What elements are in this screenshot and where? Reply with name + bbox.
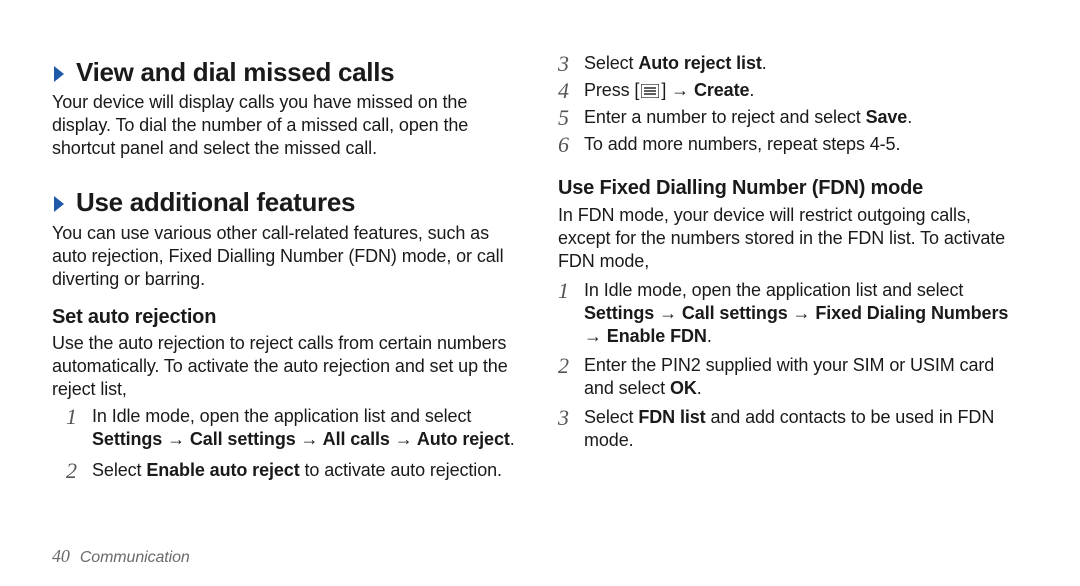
step-number: 3 — [558, 52, 584, 75]
step-body: Press [] → Create. — [584, 79, 1028, 102]
page-number: 40 — [52, 545, 70, 568]
step-4: 4 Press [] → Create. — [558, 79, 1028, 102]
step-body: Select Auto reject list. — [584, 52, 1028, 75]
step-body: In Idle mode, open the application list … — [92, 405, 522, 451]
step-number: 1 — [66, 405, 92, 451]
step-number: 4 — [558, 79, 584, 102]
paragraph-fdn: In FDN mode, your device will restrict o… — [558, 204, 1028, 273]
paragraph-additional-features: You can use various other call-related f… — [52, 222, 522, 291]
step-body: Enter the PIN2 supplied with your SIM or… — [584, 354, 1028, 400]
subheading-fdn: Use Fixed Dialling Number (FDN) mode — [558, 176, 1028, 202]
step-6: 6 To add more numbers, repeat steps 4-5. — [558, 133, 1028, 156]
step-number: 5 — [558, 106, 584, 129]
paragraph-auto-rejection: Use the auto rejection to reject calls f… — [52, 332, 522, 401]
step-number: 1 — [558, 279, 584, 348]
fdn-step-3: 3 Select FDN list and add contacts to be… — [558, 406, 1028, 452]
page-footer: 40 Communication — [52, 545, 190, 568]
step-1: 1 In Idle mode, open the application lis… — [66, 405, 522, 451]
fdn-step-2: 2 Enter the PIN2 supplied with your SIM … — [558, 354, 1028, 400]
menu-icon — [641, 84, 659, 98]
step-2: 2 Select Enable auto reject to activate … — [66, 459, 522, 482]
auto-reject-steps: 1 In Idle mode, open the application lis… — [52, 405, 522, 482]
subheading-auto-rejection: Set auto rejection — [52, 305, 522, 331]
chevron-right-icon — [52, 64, 68, 84]
section-label: Communication — [80, 548, 190, 568]
heading-text: Use additional features — [76, 186, 355, 219]
paragraph-view-missed: Your device will display calls you have … — [52, 91, 522, 160]
right-column: 3 Select Auto reject list. 4 Press [] → … — [558, 48, 1028, 483]
step-number: 6 — [558, 133, 584, 156]
step-number: 3 — [558, 406, 584, 452]
step-body: Enter a number to reject and select Save… — [584, 106, 1028, 129]
left-column: View and dial missed calls Your device w… — [52, 48, 522, 483]
manual-page: View and dial missed calls Your device w… — [0, 0, 1080, 586]
step-body: To add more numbers, repeat steps 4-5. — [584, 133, 1028, 156]
step-body: Select FDN list and add contacts to be u… — [584, 406, 1028, 452]
step-number: 2 — [558, 354, 584, 400]
chevron-right-icon — [52, 194, 68, 214]
two-column-layout: View and dial missed calls Your device w… — [52, 48, 1028, 483]
step-number: 2 — [66, 459, 92, 482]
fdn-step-1: 1 In Idle mode, open the application lis… — [558, 279, 1028, 348]
heading-additional-features: Use additional features — [52, 186, 522, 219]
step-5: 5 Enter a number to reject and select Sa… — [558, 106, 1028, 129]
step-body: Select Enable auto reject to activate au… — [92, 459, 522, 482]
heading-text: View and dial missed calls — [76, 56, 394, 89]
heading-view-missed: View and dial missed calls — [52, 56, 522, 89]
step-3: 3 Select Auto reject list. — [558, 52, 1028, 75]
step-body: In Idle mode, open the application list … — [584, 279, 1028, 348]
